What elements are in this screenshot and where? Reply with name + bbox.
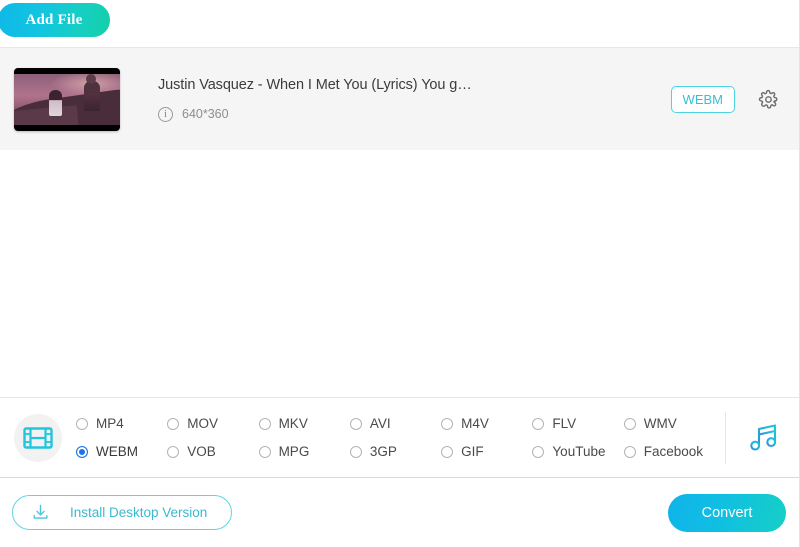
file-details: i 640*360 <box>158 106 671 122</box>
radio-icon <box>76 417 88 430</box>
format-label: WMV <box>643 416 677 431</box>
video-thumbnail[interactable] <box>14 67 120 131</box>
file-title: Justin Vasquez - When I Met You (Lyrics)… <box>158 76 472 93</box>
toolbar: Add File <box>0 0 799 47</box>
radio-icon <box>623 417 636 430</box>
format-label: WEBM <box>96 444 138 459</box>
film-strip-icon <box>23 426 53 449</box>
file-format-badge[interactable]: WEBM <box>670 85 735 113</box>
tab-audio-container <box>725 411 799 464</box>
format-option-mp4[interactable]: MP4 <box>76 410 167 438</box>
media-type-tabs <box>0 413 76 462</box>
gear-icon <box>758 89 777 109</box>
tab-audio[interactable] <box>746 422 780 454</box>
tab-video[interactable] <box>14 413 62 462</box>
settings-button[interactable] <box>757 88 779 110</box>
convert-button[interactable]: Convert <box>668 493 786 532</box>
file-info: Justin Vasquez - When I Met You (Lyrics)… <box>120 77 671 122</box>
format-option-m4v[interactable]: M4V <box>441 410 532 438</box>
format-label: MP4 <box>96 416 124 431</box>
radio-icon <box>441 417 454 430</box>
format-label: GIF <box>461 444 484 459</box>
radio-icon <box>258 417 271 430</box>
radio-icon <box>167 445 180 458</box>
format-option-mkv[interactable]: MKV <box>258 410 350 438</box>
music-note-icon <box>749 423 776 451</box>
format-label: YouTube <box>552 444 606 459</box>
radio-icon <box>258 445 271 458</box>
figure-right <box>83 74 100 112</box>
file-resolution: 640*360 <box>182 107 229 121</box>
format-label: M4V <box>461 416 489 431</box>
radio-icon <box>349 445 362 458</box>
format-option-mov[interactable]: MOV <box>167 410 258 438</box>
format-option-vob[interactable]: VOB <box>167 438 258 466</box>
file-actions: WEBM <box>670 85 785 113</box>
radio-icon <box>532 417 545 430</box>
format-label: Facebook <box>643 444 703 459</box>
file-list: Justin Vasquez - When I Met You (Lyrics)… <box>0 47 799 150</box>
download-icon <box>33 504 48 519</box>
format-label: AVI <box>369 416 391 431</box>
empty-workspace <box>0 150 799 397</box>
info-icon[interactable]: i <box>158 106 173 122</box>
install-desktop-version-button[interactable]: Install Desktop Version <box>12 495 233 530</box>
format-label: FLV <box>552 416 577 431</box>
format-option-3gp[interactable]: 3GP <box>349 438 441 466</box>
figure-left <box>48 90 62 117</box>
format-option-webm[interactable]: WEBM <box>76 438 167 466</box>
format-option-wmv[interactable]: WMV <box>623 410 715 438</box>
format-option-gif[interactable]: GIF <box>441 438 532 466</box>
radio-icon <box>623 445 636 458</box>
format-options: MP4 MOV MKV AVI M4V FLV WMV WEBM VOB MPG… <box>76 410 725 466</box>
thumbnail-image <box>14 73 120 125</box>
radio-icon <box>349 417 362 430</box>
format-panel: MP4 MOV MKV AVI M4V FLV WMV WEBM VOB MPG… <box>0 397 799 477</box>
format-label: 3GP <box>369 444 397 459</box>
format-option-flv[interactable]: FLV <box>532 410 623 438</box>
install-button-label: Install Desktop Version <box>70 505 208 520</box>
file-list-item[interactable]: Justin Vasquez - When I Met You (Lyrics)… <box>0 47 799 150</box>
format-option-avi[interactable]: AVI <box>349 410 441 438</box>
format-label: MOV <box>187 416 219 431</box>
format-option-mpg[interactable]: MPG <box>258 438 350 466</box>
radio-icon <box>167 417 180 430</box>
format-label: VOB <box>187 444 216 459</box>
radio-icon <box>441 445 454 458</box>
add-file-button[interactable]: Add File <box>0 3 110 37</box>
format-option-youtube[interactable]: YouTube <box>532 438 623 466</box>
format-option-facebook[interactable]: Facebook <box>623 438 715 466</box>
radio-icon <box>532 445 545 458</box>
format-label: MKV <box>278 416 308 431</box>
action-bar: Install Desktop Version Convert <box>0 477 799 547</box>
video-converter-window: Add File Justin Vasquez - When I Met You… <box>0 0 800 547</box>
radio-icon-selected <box>76 445 88 458</box>
format-label: MPG <box>278 444 310 459</box>
